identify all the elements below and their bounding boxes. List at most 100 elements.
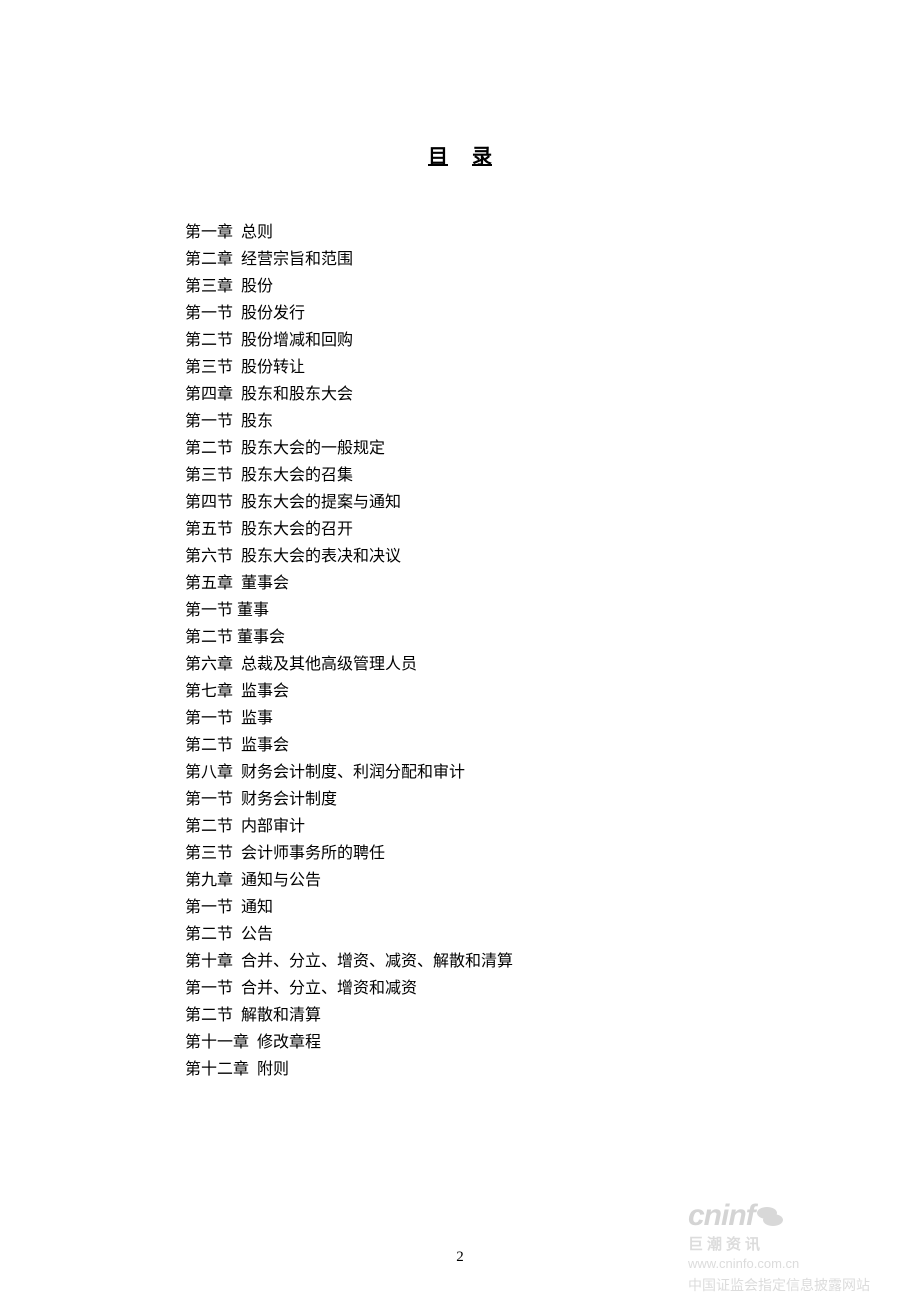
toc-line: 第二节 股份增减和回购	[185, 327, 920, 354]
toc-line: 第六章 总裁及其他高级管理人员	[185, 651, 920, 678]
page-title: 目录	[0, 0, 920, 169]
toc-label: 第十一章	[185, 1029, 249, 1056]
toc-line: 第二章 经营宗旨和范围	[185, 246, 920, 273]
toc-line: 第十章 合并、分立、增资、减资、解散和清算	[185, 948, 920, 975]
toc-line: 第八章 财务会计制度、利润分配和审计	[185, 759, 920, 786]
toc-line: 第九章 通知与公告	[185, 867, 920, 894]
toc-text: 董事会	[241, 575, 289, 592]
toc-text: 股份转让	[241, 359, 305, 376]
toc-text: 内部审计	[241, 818, 305, 835]
toc-line: 第四章 股东和股东大会	[185, 381, 920, 408]
title-char-1: 目	[428, 146, 448, 168]
toc-label: 第二章	[185, 246, 233, 273]
toc-label: 第二节	[185, 327, 233, 354]
toc-text: 监事会	[241, 683, 289, 700]
toc-text: 股份发行	[241, 305, 305, 322]
toc-text: 总则	[241, 224, 273, 241]
toc-label: 第七章	[185, 678, 233, 705]
toc-line: 第六节 股东大会的表决和决议	[185, 543, 920, 570]
title-char-2: 录	[472, 146, 492, 168]
toc-text: 股份	[241, 278, 273, 295]
toc-line: 第十一章 修改章程	[185, 1029, 920, 1056]
toc-line: 第五章 董事会	[185, 570, 920, 597]
toc-label: 第一节	[185, 705, 233, 732]
toc-line: 第十二章 附则	[185, 1056, 920, 1083]
toc-line: 第一节 董事	[185, 597, 920, 624]
toc-label: 第一节	[185, 300, 233, 327]
toc-line: 第三节 股份转让	[185, 354, 920, 381]
toc-line: 第二节 股东大会的一般规定	[185, 435, 920, 462]
toc-label: 第一节	[185, 975, 233, 1002]
toc-label: 第二节	[185, 1002, 233, 1029]
toc-line: 第四节 股东大会的提案与通知	[185, 489, 920, 516]
toc-line: 第三节 股东大会的召集	[185, 462, 920, 489]
toc-line: 第七章 监事会	[185, 678, 920, 705]
watermark-description: 中国证监会指定信息披露网站	[688, 1275, 918, 1295]
toc-label: 第二节	[185, 435, 233, 462]
toc-text: 总裁及其他高级管理人员	[241, 656, 417, 673]
toc-line: 第一章 总则	[185, 219, 920, 246]
toc-text: 财务会计制度	[241, 791, 337, 808]
toc-text: 监事会	[241, 737, 289, 754]
watermark-url: www.cninfo.com.cn	[688, 1256, 918, 1271]
toc-label: 第一节	[185, 786, 233, 813]
toc-text: 经营宗旨和范围	[241, 251, 353, 268]
cloud-icon	[757, 1205, 783, 1227]
toc-text: 监事	[241, 710, 273, 727]
toc-text: 合并、分立、增资、减资、解散和清算	[241, 953, 513, 970]
toc-line: 第一节 财务会计制度	[185, 786, 920, 813]
toc-label: 第一节	[185, 408, 233, 435]
table-of-contents: 第一章 总则第二章 经营宗旨和范围第三章 股份第一节 股份发行第二节 股份增减和…	[185, 219, 920, 1083]
toc-text: 通知	[241, 899, 273, 916]
toc-line: 第二节 公告	[185, 921, 920, 948]
toc-text: 会计师事务所的聘任	[241, 845, 385, 862]
toc-label: 第二节	[185, 624, 233, 651]
toc-text: 股份增减和回购	[241, 332, 353, 349]
toc-text: 附则	[257, 1061, 289, 1078]
watermark-brand: cninf	[688, 1201, 918, 1231]
toc-line: 第三节 会计师事务所的聘任	[185, 840, 920, 867]
toc-label: 第十二章	[185, 1056, 249, 1083]
toc-label: 第三节	[185, 462, 233, 489]
toc-label: 第二节	[185, 732, 233, 759]
toc-label: 第十章	[185, 948, 233, 975]
toc-line: 第一节 股东	[185, 408, 920, 435]
toc-label: 第二节	[185, 921, 233, 948]
toc-label: 第九章	[185, 867, 233, 894]
toc-label: 第六章	[185, 651, 233, 678]
toc-label: 第一章	[185, 219, 233, 246]
toc-text: 董事会	[237, 629, 285, 646]
toc-line: 第一节 合并、分立、增资和减资	[185, 975, 920, 1002]
watermark-subtitle: 巨潮资讯	[688, 1233, 918, 1254]
toc-label: 第五章	[185, 570, 233, 597]
toc-line: 第三章 股份	[185, 273, 920, 300]
toc-label: 第三节	[185, 840, 233, 867]
toc-text: 股东	[241, 413, 273, 430]
toc-label: 第二节	[185, 813, 233, 840]
toc-line: 第一节 监事	[185, 705, 920, 732]
toc-text: 董事	[237, 602, 269, 619]
toc-text: 股东和股东大会	[241, 386, 353, 403]
toc-label: 第六节	[185, 543, 233, 570]
toc-label: 第一节	[185, 597, 233, 624]
toc-label: 第八章	[185, 759, 233, 786]
toc-label: 第四章	[185, 381, 233, 408]
toc-text: 股东大会的提案与通知	[241, 494, 401, 511]
toc-line: 第二节 内部审计	[185, 813, 920, 840]
toc-label: 第三章	[185, 273, 233, 300]
toc-text: 通知与公告	[241, 872, 321, 889]
toc-text: 股东大会的一般规定	[241, 440, 385, 457]
toc-line: 第一节 通知	[185, 894, 920, 921]
toc-line: 第二节 董事会	[185, 624, 920, 651]
watermark-brand-text: cninf	[688, 1201, 755, 1231]
toc-text: 股东大会的召开	[241, 521, 353, 538]
toc-text: 股东大会的召集	[241, 467, 353, 484]
toc-label: 第五节	[185, 516, 233, 543]
toc-text: 股东大会的表决和决议	[241, 548, 401, 565]
toc-label: 第四节	[185, 489, 233, 516]
toc-text: 财务会计制度、利润分配和审计	[241, 764, 465, 781]
toc-text: 解散和清算	[241, 1007, 321, 1024]
toc-line: 第一节 股份发行	[185, 300, 920, 327]
toc-text: 合并、分立、增资和减资	[241, 980, 417, 997]
watermark: cninf 巨潮资讯 www.cninfo.com.cn 中国证监会指定信息披露…	[688, 1201, 918, 1295]
